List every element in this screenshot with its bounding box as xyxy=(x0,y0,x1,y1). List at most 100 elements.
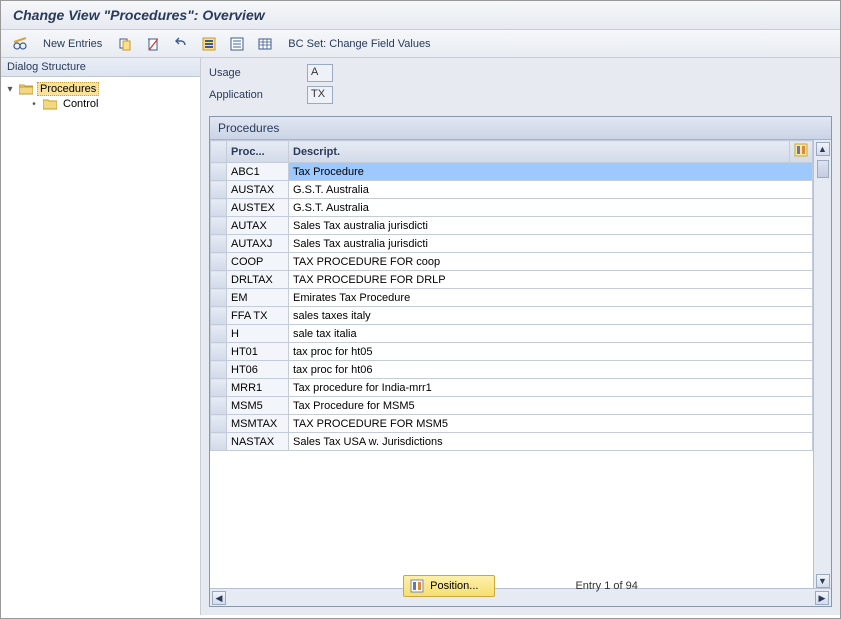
cell-proc[interactable]: NASTAX xyxy=(227,433,289,451)
table-row[interactable]: AUSTEXG.S.T. Australia xyxy=(211,199,813,217)
table-row[interactable]: Hsale tax italia xyxy=(211,325,813,343)
cell-proc[interactable]: HT01 xyxy=(227,343,289,361)
cell-descript[interactable]: TAX PROCEDURE FOR coop xyxy=(289,253,813,271)
tree-label: Control xyxy=(61,98,100,110)
new-entries-button[interactable]: New Entries xyxy=(37,38,108,50)
column-header-descript[interactable]: Descript. xyxy=(289,141,790,163)
cell-proc[interactable]: MSMTAX xyxy=(227,415,289,433)
row-marker[interactable] xyxy=(211,307,227,325)
tree-node-control[interactable]: • Control xyxy=(3,97,198,111)
row-marker[interactable] xyxy=(211,253,227,271)
cell-descript[interactable]: Sales Tax USA w. Jurisdictions xyxy=(289,433,813,451)
procedures-grid[interactable]: Proc... Descript. xyxy=(210,140,813,588)
cell-descript[interactable]: sale tax italia xyxy=(289,325,813,343)
cell-descript[interactable]: tax proc for ht05 xyxy=(289,343,813,361)
cell-proc[interactable]: FFA TX xyxy=(227,307,289,325)
table-row[interactable]: COOPTAX PROCEDURE FOR coop xyxy=(211,253,813,271)
row-marker[interactable] xyxy=(211,325,227,343)
dialog-structure-panel: Dialog Structure ▾ Procedures • Control xyxy=(1,58,201,615)
row-marker[interactable] xyxy=(211,361,227,379)
cell-proc[interactable]: HT06 xyxy=(227,361,289,379)
entry-counter: Entry 1 of 94 xyxy=(575,580,637,592)
table-row[interactable]: HT06tax proc for ht06 xyxy=(211,361,813,379)
select-all-icon xyxy=(201,36,217,52)
collapse-icon[interactable]: ▾ xyxy=(5,84,15,95)
row-marker[interactable] xyxy=(211,433,227,451)
configure-columns-icon xyxy=(794,143,808,157)
configure-columns-button[interactable] xyxy=(790,141,813,163)
table-row[interactable]: EMEmirates Tax Procedure xyxy=(211,289,813,307)
position-button[interactable]: Position... xyxy=(403,575,495,597)
table-row[interactable]: MRR1Tax procedure for India-mrr1 xyxy=(211,379,813,397)
row-marker[interactable] xyxy=(211,415,227,433)
table-row[interactable]: FFA TXsales taxes italy xyxy=(211,307,813,325)
copy-as-button[interactable] xyxy=(114,34,136,54)
usage-field[interactable]: A xyxy=(307,64,333,82)
cell-descript[interactable]: G.S.T. Australia xyxy=(289,199,813,217)
select-all-button[interactable] xyxy=(198,34,220,54)
leaf-bullet-icon: • xyxy=(29,99,39,110)
row-marker-header[interactable] xyxy=(211,141,227,163)
bcset-button[interactable]: BC Set: Change Field Values xyxy=(282,38,436,50)
row-marker[interactable] xyxy=(211,343,227,361)
cell-proc[interactable]: MSM5 xyxy=(227,397,289,415)
table-row[interactable]: ABC1Tax Procedure xyxy=(211,163,813,181)
cell-proc[interactable]: AUSTAX xyxy=(227,181,289,199)
scroll-thumb[interactable] xyxy=(817,160,829,178)
vertical-scrollbar[interactable]: ▲ ▼ xyxy=(813,140,831,588)
cell-proc[interactable]: AUSTEX xyxy=(227,199,289,217)
cell-proc[interactable]: EM xyxy=(227,289,289,307)
table-row[interactable]: MSM5Tax Procedure for MSM5 xyxy=(211,397,813,415)
row-marker[interactable] xyxy=(211,163,227,181)
row-marker[interactable] xyxy=(211,235,227,253)
row-marker[interactable] xyxy=(211,217,227,235)
table-row[interactable]: AUSTAXG.S.T. Australia xyxy=(211,181,813,199)
cell-proc[interactable]: DRLTAX xyxy=(227,271,289,289)
cell-proc[interactable]: ABC1 xyxy=(227,163,289,181)
cell-descript[interactable]: Sales Tax australia jurisdicti xyxy=(289,217,813,235)
row-marker[interactable] xyxy=(211,397,227,415)
column-header-proc[interactable]: Proc... xyxy=(227,141,289,163)
cell-proc[interactable]: AUTAX xyxy=(227,217,289,235)
table-row[interactable]: MSMTAXTAX PROCEDURE FOR MSM5 xyxy=(211,415,813,433)
cell-proc[interactable]: MRR1 xyxy=(227,379,289,397)
scroll-up-button[interactable]: ▲ xyxy=(816,142,830,156)
delete-button[interactable] xyxy=(142,34,164,54)
cell-proc[interactable]: COOP xyxy=(227,253,289,271)
row-marker[interactable] xyxy=(211,181,227,199)
row-marker[interactable] xyxy=(211,379,227,397)
cell-descript[interactable]: Emirates Tax Procedure xyxy=(289,289,813,307)
procedures-table-container: Procedures Proc... Descript. xyxy=(209,116,832,607)
application-field[interactable]: TX xyxy=(307,86,333,104)
cell-proc[interactable]: AUTAXJ xyxy=(227,235,289,253)
cell-descript[interactable]: TAX PROCEDURE FOR DRLP xyxy=(289,271,813,289)
row-marker[interactable] xyxy=(211,271,227,289)
cell-descript[interactable]: Tax Procedure xyxy=(289,163,813,181)
cell-proc[interactable]: H xyxy=(227,325,289,343)
application-label: Application xyxy=(209,89,299,101)
table-row[interactable]: AUTAXJSales Tax australia jurisdicti xyxy=(211,235,813,253)
cell-descript[interactable]: Tax procedure for India-mrr1 xyxy=(289,379,813,397)
cell-descript[interactable]: G.S.T. Australia xyxy=(289,181,813,199)
position-button-label: Position... xyxy=(430,580,478,592)
table-row[interactable]: AUTAXSales Tax australia jurisdicti xyxy=(211,217,813,235)
row-marker[interactable] xyxy=(211,199,227,217)
cell-descript[interactable]: Sales Tax australia jurisdicti xyxy=(289,235,813,253)
table-row[interactable]: HT01tax proc for ht05 xyxy=(211,343,813,361)
undo-button[interactable] xyxy=(170,34,192,54)
table-row[interactable]: NASTAXSales Tax USA w. Jurisdictions xyxy=(211,433,813,451)
toggle-display-change-button[interactable] xyxy=(9,34,31,54)
table-row[interactable]: DRLTAXTAX PROCEDURE FOR DRLP xyxy=(211,271,813,289)
cell-descript[interactable]: TAX PROCEDURE FOR MSM5 xyxy=(289,415,813,433)
cell-descript[interactable]: Tax Procedure for MSM5 xyxy=(289,397,813,415)
row-marker[interactable] xyxy=(211,289,227,307)
deselect-all-button[interactable] xyxy=(226,34,248,54)
cell-descript[interactable]: sales taxes italy xyxy=(289,307,813,325)
dialog-structure-tree[interactable]: ▾ Procedures • Control xyxy=(1,77,200,615)
table-settings-button[interactable] xyxy=(254,34,276,54)
page-title: Change View "Procedures": Overview xyxy=(1,1,840,30)
cell-descript[interactable]: tax proc for ht06 xyxy=(289,361,813,379)
procedures-table-title: Procedures xyxy=(210,117,831,140)
table-icon xyxy=(257,36,273,52)
tree-node-procedures[interactable]: ▾ Procedures xyxy=(3,81,198,97)
